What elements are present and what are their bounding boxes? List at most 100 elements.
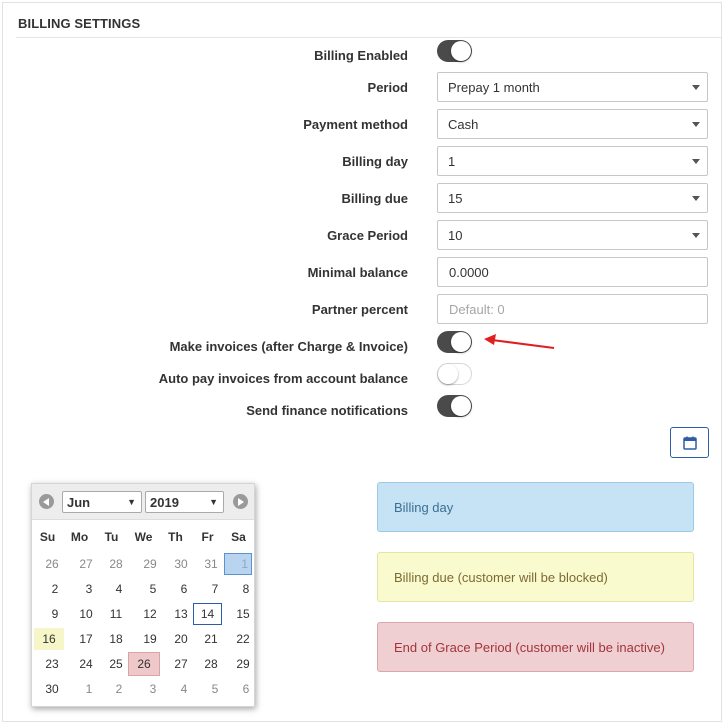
calendar-day[interactable]: 11 (101, 603, 131, 625)
calendar-day[interactable]: 30 (37, 678, 67, 700)
calendar-day[interactable]: 23 (37, 653, 67, 675)
toggle-knob (451, 396, 471, 416)
payment-method-label: Payment method (303, 117, 408, 132)
section-title: BILLING SETTINGS (18, 16, 141, 31)
calendar-day[interactable]: 24 (71, 653, 101, 675)
legend-grace-end: End of Grace Period (customer will be in… (377, 622, 694, 672)
make-invoices-label: Make invoices (after Charge & Invoice) (169, 339, 408, 354)
grace-period-value: 10 (448, 227, 463, 243)
calendar-day[interactable]: 4 (169, 678, 199, 700)
caret-down-icon (692, 159, 700, 164)
calendar-day[interactable]: 20 (166, 628, 196, 650)
billing-due-label: Billing due (341, 191, 408, 206)
chevron-left-icon (43, 497, 49, 506)
billing-due-value: 15 (448, 190, 463, 206)
billing-enabled-label: Billing Enabled (314, 48, 408, 63)
caret-down-icon (692, 122, 700, 127)
calendar-day[interactable]: 2 (104, 678, 134, 700)
calendar-day[interactable]: 15 (228, 603, 258, 625)
calendar-day[interactable]: 6 (169, 578, 199, 600)
toggle-knob (451, 332, 471, 352)
calendar-day[interactable]: 6 (231, 678, 261, 700)
period-select[interactable]: Prepay 1 month (437, 72, 708, 102)
calendar-day[interactable]: 9 (40, 603, 70, 625)
legend-billing-day: Billing day (377, 482, 694, 532)
calendar-day[interactable]: 22 (228, 628, 258, 650)
calendar-day[interactable]: 5 (200, 678, 230, 700)
calendar-day-grace-end[interactable]: 26 (128, 652, 160, 676)
billing-day-label: Billing day (342, 154, 408, 169)
caret-down-icon: ▼ (209, 497, 218, 507)
calendar-day-billing-day[interactable]: 1 (224, 553, 252, 575)
calendar-day[interactable]: 27 (166, 653, 196, 675)
toggle-knob (438, 364, 458, 384)
minimal-balance-label: Minimal balance (307, 265, 408, 280)
payment-method-select[interactable]: Cash (437, 109, 708, 139)
auto-pay-toggle[interactable] (437, 363, 472, 385)
section-divider (16, 37, 721, 38)
calendar-day[interactable]: 28 (101, 553, 131, 575)
billing-enabled-toggle[interactable] (437, 40, 472, 62)
grace-period-label: Grace Period (327, 228, 408, 243)
calendar-day-billing-due[interactable]: 16 (34, 628, 64, 650)
calendar-day[interactable]: 29 (228, 653, 258, 675)
weekday-header: Th (168, 530, 183, 544)
weekday-header: Fr (201, 530, 214, 544)
calendar-day[interactable]: 19 (135, 628, 165, 650)
next-month-button[interactable] (233, 494, 248, 509)
calendar-day[interactable]: 31 (196, 553, 226, 575)
calendar-day-today[interactable]: 14 (193, 603, 222, 625)
billing-day-value: 1 (448, 153, 456, 169)
calendar-day[interactable]: 5 (138, 578, 168, 600)
chevron-right-icon (238, 497, 244, 506)
calendar-day[interactable]: 26 (37, 553, 67, 575)
auto-pay-label: Auto pay invoices from account balance (158, 371, 408, 386)
weekday-header: Sa (231, 530, 246, 544)
calendar-day[interactable]: 12 (135, 603, 165, 625)
partner-percent-input[interactable]: Default: 0 (437, 294, 708, 324)
caret-down-icon (692, 233, 700, 238)
weekday-header: Mo (70, 530, 89, 544)
billing-due-select[interactable]: 15 (437, 183, 708, 213)
billing-day-select[interactable]: 1 (437, 146, 708, 176)
calendar-button[interactable] (670, 427, 709, 458)
calendar-day[interactable]: 18 (101, 628, 131, 650)
calendar-day[interactable]: 30 (166, 553, 196, 575)
month-select[interactable]: Jun ▼ (62, 491, 142, 513)
calendar-day[interactable]: 29 (135, 553, 165, 575)
calendar-day[interactable]: 1 (74, 678, 104, 700)
legend-billing-due: Billing due (customer will be blocked) (377, 552, 694, 602)
minimal-balance-input[interactable]: 0.0000 (437, 257, 708, 287)
period-label: Period (367, 80, 408, 95)
calendar-day[interactable]: 7 (200, 578, 230, 600)
calendar-day[interactable]: 27 (71, 553, 101, 575)
calendar-day[interactable]: 28 (196, 653, 226, 675)
calendar-day[interactable]: 2 (40, 578, 70, 600)
finance-notifications-label: Send finance notifications (246, 403, 408, 418)
datepicker-header: Jun ▼ 2019 ▼ (32, 484, 254, 520)
calendar-day[interactable]: 17 (71, 628, 101, 650)
calendar-day[interactable]: 10 (71, 603, 101, 625)
partner-percent-label: Partner percent (311, 302, 408, 317)
datepicker: Jun ▼ 2019 ▼ Su Mo Tu We Th Fr Sa 26 27 … (31, 483, 255, 707)
calendar-day[interactable]: 8 (231, 578, 261, 600)
make-invoices-toggle[interactable] (437, 331, 472, 353)
caret-down-icon (692, 85, 700, 90)
annotation-arrow-icon (484, 334, 555, 349)
caret-down-icon (692, 196, 700, 201)
calendar-day[interactable]: 4 (104, 578, 134, 600)
calendar-icon (682, 436, 697, 450)
year-select[interactable]: 2019 ▼ (145, 491, 224, 513)
calendar-day[interactable]: 3 (138, 678, 168, 700)
calendar-day[interactable]: 21 (196, 628, 226, 650)
caret-down-icon: ▼ (127, 497, 136, 507)
grace-period-select[interactable]: 10 (437, 220, 708, 250)
finance-notifications-toggle[interactable] (437, 395, 472, 417)
weekday-header: We (134, 530, 153, 544)
calendar-day[interactable]: 25 (101, 653, 131, 675)
calendar-day[interactable]: 13 (166, 603, 196, 625)
period-value: Prepay 1 month (448, 79, 540, 95)
calendar-day[interactable]: 3 (74, 578, 104, 600)
prev-month-button[interactable] (39, 494, 54, 509)
toggle-knob (451, 41, 471, 61)
